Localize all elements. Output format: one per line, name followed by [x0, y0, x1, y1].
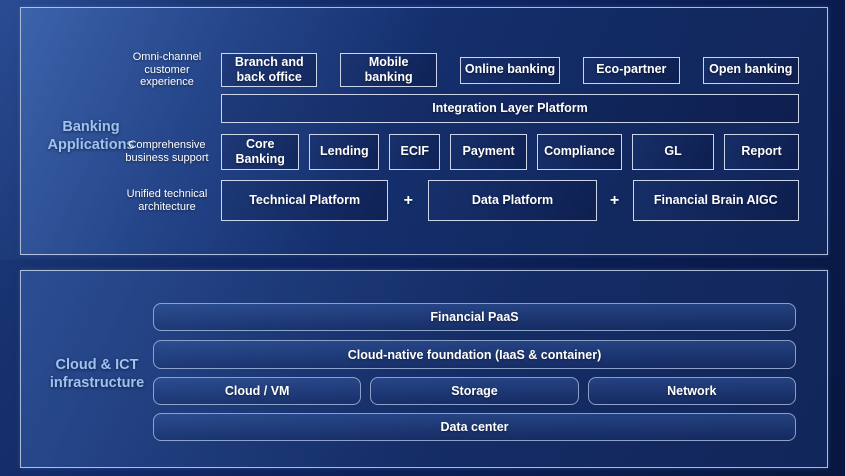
box-lending: Lending [309, 134, 379, 170]
box-integration-layer-platform: Integration Layer Platform [221, 94, 799, 123]
box-storage: Storage [370, 377, 578, 405]
box-online-banking: Online banking [460, 57, 560, 84]
unified-architecture-row: Unified technical architecture Technical… [121, 180, 799, 221]
business-support-row-content: Core Banking Lending ECIF Payment Compli… [221, 134, 799, 170]
business-support-row-label: Comprehensive business support [121, 134, 213, 170]
integration-layer-row: Integration Layer Platform [221, 94, 799, 123]
box-eco-partner: Eco-partner [583, 57, 679, 84]
box-compliance: Compliance [537, 134, 622, 170]
box-ecif: ECIF [389, 134, 440, 170]
cloud-ict-section-label: Cloud & ICT infrastructure [35, 356, 159, 392]
box-branch-and-back-office: Branch and back office [221, 53, 317, 87]
box-technical-platform: Technical Platform [221, 180, 388, 221]
box-cloud-native-foundation: Cloud-native foundation (IaaS & containe… [153, 340, 796, 369]
box-cloud-vm: Cloud / VM [153, 377, 361, 405]
box-core-banking: Core Banking [221, 134, 299, 170]
box-financial-brain-aigc: Financial Brain AIGC [633, 180, 799, 221]
box-payment: Payment [450, 134, 527, 170]
cloud-ict-infrastructure-panel: Cloud & ICT infrastructure Financial Paa… [20, 270, 828, 468]
box-mobile-banking: Mobile banking [340, 53, 436, 87]
box-network: Network [588, 377, 796, 405]
box-financial-paas: Financial PaaS [153, 303, 796, 331]
box-open-banking: Open banking [703, 57, 799, 84]
unified-architecture-row-label: Unified technical architecture [121, 180, 213, 221]
box-data-platform: Data Platform [428, 180, 596, 221]
box-report: Report [724, 134, 799, 170]
box-data-center: Data center [153, 413, 796, 441]
unified-architecture-row-content: Technical Platform + Data Platform + Fin… [221, 180, 799, 221]
business-support-row: Comprehensive business support Core Bank… [121, 134, 799, 170]
cloud-native-foundation-row: Cloud-native foundation (IaaS & containe… [153, 340, 796, 369]
omni-channel-row: Omni-channel customer experience Branch … [121, 53, 799, 87]
banking-applications-panel: Banking Applications Omni-channel custom… [20, 7, 828, 255]
plus-connector: + [597, 192, 633, 210]
plus-connector: + [388, 192, 428, 210]
omni-channel-row-content: Branch and back office Mobile banking On… [221, 53, 799, 87]
data-center-row: Data center [153, 413, 796, 441]
omni-channel-row-label: Omni-channel customer experience [121, 53, 213, 87]
box-gl: GL [632, 134, 714, 170]
architecture-diagram: Banking Applications Omni-channel custom… [0, 0, 845, 476]
iaas-resources-row: Cloud / VM Storage Network [153, 377, 796, 405]
financial-paas-row: Financial PaaS [153, 303, 796, 331]
